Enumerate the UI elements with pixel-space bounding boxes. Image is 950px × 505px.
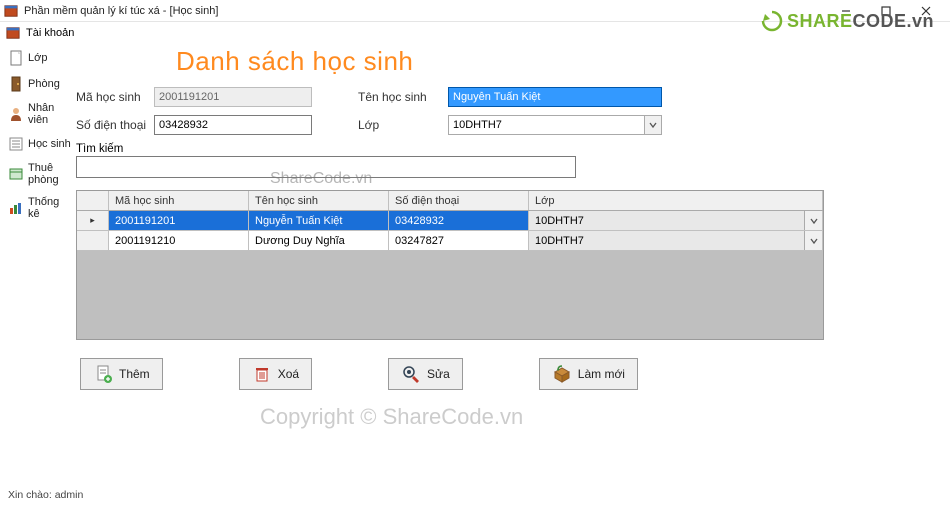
chevron-down-icon[interactable] [644,115,662,135]
table-row[interactable]: 2001191201 Nguyễn Tuấn Kiệt 03428932 10D… [77,211,823,231]
cell-lop-text: 10DHTH7 [535,215,584,227]
cell-sodienthoai[interactable]: 03247827 [389,231,529,251]
cell-lop[interactable]: 10DHTH7 [529,211,823,231]
watermark-center: ShareCode.vn [270,170,372,188]
label-tenhocsinh: Tên học sinh [358,90,448,104]
sidebar-item-phong[interactable]: Phòng [0,76,72,92]
sidebar-item-label: Lớp [28,52,47,64]
cell-mahocsinh[interactable]: 2001191201 [109,211,249,231]
sidebar-item-label: Nhân viên [28,102,72,126]
edit-button[interactable]: Sửa [388,358,463,390]
cell-lop-text: 10DHTH7 [535,235,584,247]
grid-header-mahocsinh[interactable]: Mã học sinh [109,191,249,210]
cell-tenhocsinh[interactable]: Nguyễn Tuấn Kiệt [249,211,389,231]
add-button-label: Thêm [119,367,150,381]
sidebar-item-label: Học sinh [28,138,71,150]
sidebar-item-hocsinh[interactable]: Học sinh [0,136,72,152]
sidebar-item-label: Thuê phòng [28,162,72,186]
sidebar-item-nhanvien[interactable]: Nhân viên [0,102,72,126]
menu-item-account[interactable]: Tài khoản [26,27,74,39]
cell-lop[interactable]: 10DHTH7 [529,231,823,251]
sidebar-item-thuephong[interactable]: Thuê phòng [0,162,72,186]
account-icon [6,26,20,40]
label-timkiem: Tìm kiếm [76,143,576,155]
list-icon [8,136,24,152]
sidebar: Lớp Phòng Nhân viên Học sinh Thuê phòng … [0,44,72,487]
refresh-button[interactable]: Làm mới [539,358,638,390]
watermark-copyright: Copyright © ShareCode.vn [260,404,523,430]
row-selector[interactable] [77,211,109,231]
grid-corner [77,191,109,210]
chevron-down-icon[interactable] [804,211,822,230]
edit-button-label: Sửa [427,367,450,381]
chart-icon [8,200,24,216]
sidebar-item-thongke[interactable]: Thống kê [0,196,72,220]
document-icon [8,50,24,66]
window-title: Phần mềm quản lý kí túc xá - [Học sinh] [24,5,826,17]
rent-icon [8,166,24,182]
grid-header-tenhocsinh[interactable]: Tên học sinh [249,191,389,210]
door-icon [8,76,24,92]
sidebar-item-label: Thống kê [28,196,72,220]
trash-icon [252,364,272,384]
label-sodienthoai: Số điện thoại [76,118,154,132]
combo-lop-input[interactable] [448,115,644,135]
cell-tenhocsinh[interactable]: Dương Duy Nghĩa [249,231,389,251]
sidebar-item-label: Phòng [28,78,60,90]
watermark-logo: SHARECODE.vn [761,10,934,32]
label-lop: Lớp [358,118,448,132]
status-text: Xin chào: admin [8,489,83,501]
delete-button-label: Xoá [278,367,299,381]
page-title: Danh sách học sinh [176,46,942,77]
table-row[interactable]: 2001191210 Dương Duy Nghĩa 03247827 10DH… [77,231,823,251]
combo-lop[interactable] [448,115,662,135]
sidebar-item-lop[interactable]: Lớp [0,50,72,66]
input-sodienthoai[interactable] [154,115,312,135]
status-bar: Xin chào: admin [0,487,950,505]
cell-sodienthoai[interactable]: 03428932 [389,211,529,231]
grid-header-lop[interactable]: Lớp [529,191,823,210]
grid-header-sodienthoai[interactable]: Số điện thoại [389,191,529,210]
app-icon [4,4,18,18]
data-grid: Mã học sinh Tên học sinh Số điện thoại L… [76,190,824,340]
cell-mahocsinh[interactable]: 2001191210 [109,231,249,251]
label-mahocsinh: Mã học sinh [76,90,154,104]
delete-button[interactable]: Xoá [239,358,312,390]
input-mahocsinh[interactable] [154,87,312,107]
gear-edit-icon [401,364,421,384]
row-selector[interactable] [77,231,109,251]
box-refresh-icon [552,364,572,384]
chevron-down-icon[interactable] [804,231,822,250]
person-icon [8,106,24,122]
add-button[interactable]: Thêm [80,358,163,390]
refresh-button-label: Làm mới [578,367,625,381]
input-tenhocsinh[interactable] [448,87,662,107]
add-icon [93,364,113,384]
